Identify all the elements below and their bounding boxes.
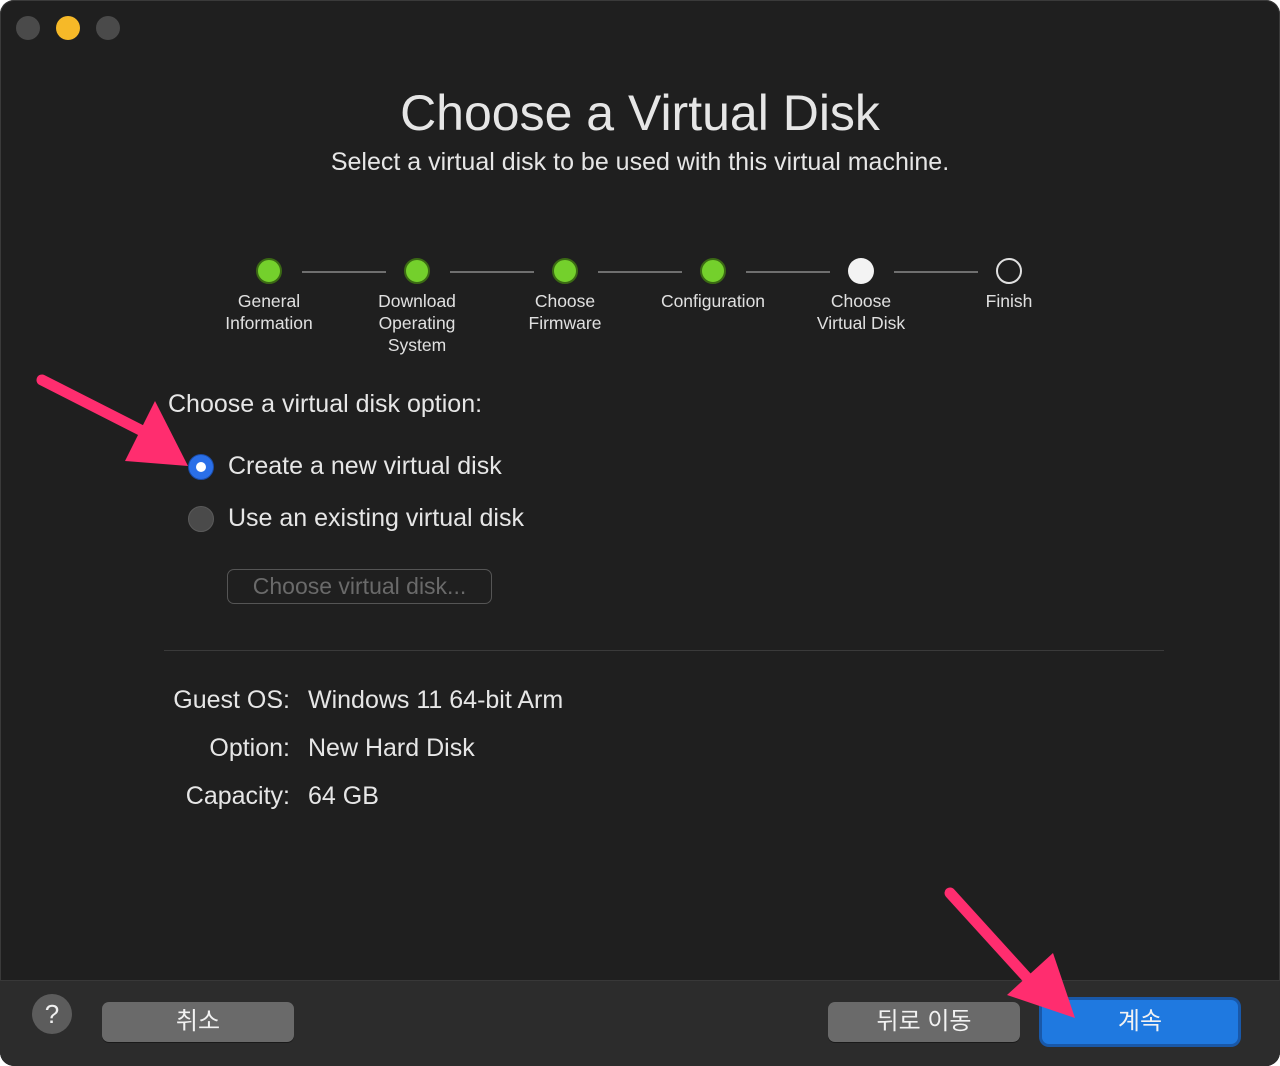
assistant-window: Choose a Virtual Disk Select a virtual d… — [0, 0, 1280, 1066]
guest-os-label: Guest OS: — [173, 686, 290, 714]
step-status-dot — [996, 258, 1022, 284]
radio-label: Create a new virtual disk — [228, 452, 502, 480]
step-label-line: Choose — [534, 291, 596, 311]
step-status-dot — [256, 258, 282, 284]
step-label-line: Information — [225, 313, 313, 333]
step-label-line: Download — [378, 291, 456, 311]
step-label-line: Virtual Disk — [816, 313, 906, 333]
step-status-dot — [404, 258, 430, 284]
guest-os-value: Windows 11 64-bit Arm — [308, 686, 564, 714]
capacity-label: Capacity: — [185, 782, 290, 810]
continue-button[interactable]: 계속 — [1042, 1000, 1238, 1044]
choose-virtual-disk-button: Choose virtual disk... — [227, 569, 492, 604]
step-label-line: Configuration — [660, 291, 766, 311]
step-label-line: General — [237, 291, 301, 311]
minimize-window-button[interactable] — [56, 16, 80, 40]
cancel-button[interactable]: 취소 — [102, 1002, 294, 1042]
zoom-window-button[interactable] — [96, 16, 120, 40]
help-button[interactable]: ? — [32, 994, 72, 1034]
option-value: New Hard Disk — [308, 734, 475, 762]
arrow-icon — [36, 374, 188, 466]
step-choose-virtual-disk: Choose Virtual Disk — [786, 258, 936, 334]
capacity-value: 64 GB — [308, 782, 379, 810]
step-download-os: Download Operating System — [342, 258, 492, 356]
step-label-line: Choose — [830, 291, 892, 311]
step-label-line: Firmware — [528, 313, 602, 333]
step-label-line: Operating — [378, 313, 456, 333]
disk-option-prompt: Choose a virtual disk option: — [168, 390, 483, 418]
radio-button-selected[interactable] — [188, 453, 214, 480]
section-divider — [164, 650, 1164, 651]
radio-label: Use an existing virtual disk — [228, 504, 524, 532]
option-label: Option: — [209, 734, 290, 762]
step-configuration: Configuration — [638, 258, 788, 312]
step-status-dot — [552, 258, 578, 284]
step-general-information: General Information — [194, 258, 344, 334]
close-window-button[interactable] — [16, 16, 40, 40]
radio-create-new-disk[interactable]: Create a new virtual disk — [188, 452, 502, 481]
radio-button-unselected[interactable] — [188, 505, 214, 532]
back-button[interactable]: 뒤로 이동 — [828, 1002, 1020, 1042]
step-status-dot — [848, 258, 874, 284]
step-label-line: System — [387, 335, 447, 355]
step-label-line: Finish — [985, 291, 1033, 311]
step-status-dot — [700, 258, 726, 284]
step-finish: Finish — [934, 258, 1084, 312]
page-title: Choose a Virtual Disk — [400, 85, 880, 141]
radio-use-existing-disk[interactable]: Use an existing virtual disk — [188, 504, 524, 533]
step-choose-firmware: Choose Firmware — [490, 258, 640, 334]
page-subtitle: Select a virtual disk to be used with th… — [330, 148, 950, 176]
